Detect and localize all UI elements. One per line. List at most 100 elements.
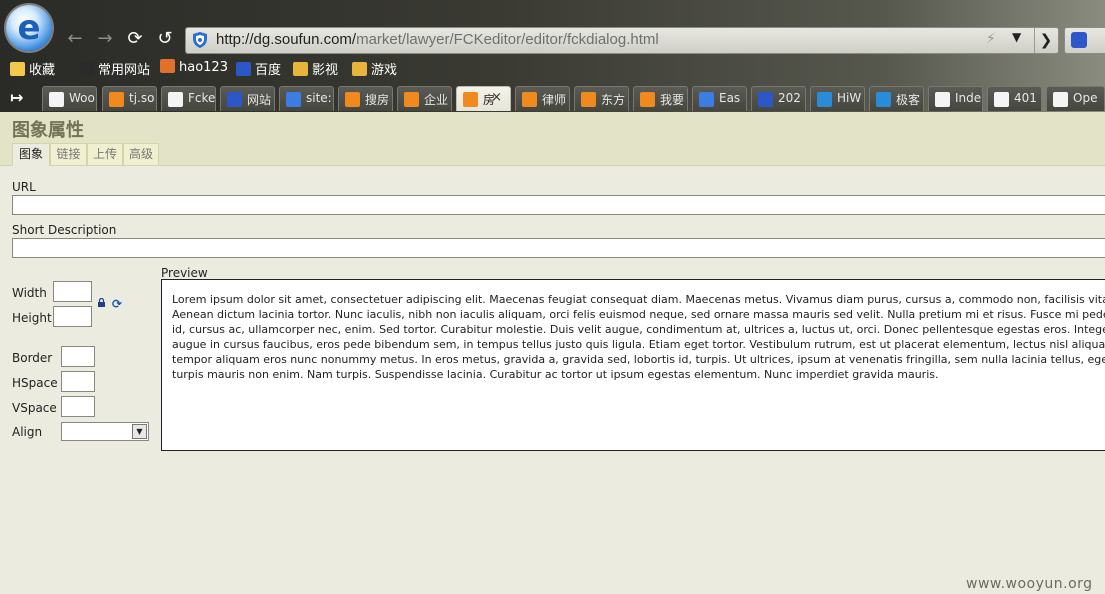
align-select[interactable]: ▼ bbox=[61, 422, 149, 441]
browser-tab[interactable]: 网站 bbox=[220, 86, 275, 111]
favorite-2[interactable]: hao123 bbox=[160, 59, 228, 75]
watermark: www.wooyun.org bbox=[966, 576, 1093, 592]
grid-icon bbox=[79, 62, 94, 76]
browser-tab[interactable]: 律师 bbox=[515, 86, 570, 111]
favorite-0[interactable]: 收藏 bbox=[10, 59, 55, 78]
lock-ratio-icon[interactable] bbox=[97, 298, 106, 307]
address-bar[interactable]: http://dg.soufun.com/market/lawyer/FCKed… bbox=[185, 27, 1059, 54]
favorite-3[interactable]: 百度 bbox=[236, 59, 281, 78]
url-input[interactable] bbox=[12, 195, 1105, 215]
browser-tab[interactable]: site: bbox=[279, 86, 334, 111]
browser-tab[interactable]: HiW bbox=[810, 86, 865, 111]
browser-tab[interactable]: Eas bbox=[692, 86, 747, 111]
tab-label: 极客 bbox=[896, 93, 921, 107]
security-shield-icon bbox=[193, 32, 207, 48]
browser-tab[interactable]: tj.so bbox=[102, 86, 157, 111]
tab-list-icon[interactable]: ↦ bbox=[10, 88, 23, 107]
browser-tab[interactable]: Ope bbox=[1046, 86, 1105, 111]
speed-mode-icon[interactable]: ⚡ bbox=[986, 31, 996, 47]
google-icon bbox=[286, 92, 301, 107]
vspace-label: VSpace bbox=[12, 401, 57, 415]
favorite-label: 游戏 bbox=[371, 63, 398, 78]
tab-label: 搜房 bbox=[365, 93, 390, 107]
favorite-1[interactable]: 常用网站 bbox=[79, 59, 150, 78]
height-input[interactable] bbox=[53, 306, 92, 327]
baidu-paw-icon bbox=[227, 92, 242, 107]
image-properties-dialog: 图象属性 图象 链接 上传 高级 URL Short Description W… bbox=[0, 112, 1105, 594]
go-arrow-icon[interactable]: ❯ bbox=[1034, 28, 1057, 53]
hspace-input[interactable] bbox=[61, 371, 95, 392]
height-label: Height bbox=[12, 311, 52, 325]
baidu-paw-icon bbox=[758, 92, 773, 107]
hi-icon bbox=[876, 92, 891, 107]
url-path: market/lawyer/FCKeditor/editor/fckdialog… bbox=[356, 31, 659, 48]
baidu-paw-icon bbox=[1071, 32, 1087, 48]
tab-label: HiW bbox=[837, 91, 862, 105]
browser-tab[interactable]: 我要 bbox=[633, 86, 688, 111]
browser-tab[interactable]: 企业 bbox=[397, 86, 452, 111]
fang-icon bbox=[109, 92, 124, 107]
tab-label: 东方 bbox=[601, 93, 626, 107]
browser-logo-letter: e bbox=[17, 8, 41, 48]
browser-tab[interactable]: Woo bbox=[42, 86, 97, 111]
page-icon bbox=[994, 92, 1009, 107]
browser-tab[interactable]: 401 bbox=[987, 86, 1042, 111]
forward-button[interactable]: → bbox=[94, 28, 116, 50]
width-input[interactable] bbox=[53, 281, 92, 302]
refresh-button[interactable]: ⟳ bbox=[124, 28, 146, 50]
tab-link[interactable]: 链接 bbox=[50, 143, 87, 165]
browser-tab[interactable]: 202 bbox=[751, 86, 806, 111]
undo-close-button[interactable]: ↺ bbox=[154, 28, 176, 50]
browser-tab[interactable]: Inde bbox=[928, 86, 983, 111]
url-text[interactable]: http://dg.soufun.com/market/lawyer/FCKed… bbox=[216, 31, 659, 48]
browser-tab[interactable]: 东方 bbox=[574, 86, 629, 111]
dialog-header: 图象属性 bbox=[0, 112, 1105, 142]
border-label: Border bbox=[12, 351, 53, 365]
favorites-bar: 收藏 常用网站 hao123 百度 影视 游戏 bbox=[0, 58, 1105, 80]
preview-box: Lorem ipsum dolor sit amet, consectetuer… bbox=[161, 279, 1105, 451]
tab-label: Woo bbox=[69, 91, 95, 105]
tab-label: 网站 bbox=[247, 93, 272, 107]
tab-label: 我要 bbox=[660, 93, 685, 107]
chevron-down-icon[interactable]: ▼ bbox=[1012, 30, 1021, 44]
page-icon bbox=[935, 92, 950, 107]
tab-label: site: bbox=[306, 91, 332, 105]
tab-advanced[interactable]: 高级 bbox=[123, 143, 159, 165]
back-button[interactable]: ← bbox=[64, 28, 86, 50]
browser-tab[interactable]: 极客 bbox=[869, 86, 924, 111]
url-host: http://dg.soufun.com/ bbox=[216, 31, 357, 48]
preview-label: Preview bbox=[161, 266, 208, 280]
browser-chrome: e ← → ⟳ ↺ http://dg.soufun.com/market/la… bbox=[0, 0, 1105, 112]
dialog-title: 图象属性 bbox=[12, 120, 84, 141]
browser-tab[interactable]: 房 × bbox=[456, 86, 511, 111]
favorite-5[interactable]: 游戏 bbox=[352, 59, 397, 78]
tab-label: 律师 bbox=[542, 93, 567, 107]
short-description-input[interactable] bbox=[12, 238, 1105, 258]
tab-label: 202 bbox=[778, 91, 801, 105]
favorite-4[interactable]: 影视 bbox=[293, 59, 338, 78]
page-icon bbox=[168, 92, 183, 107]
reset-size-icon[interactable]: ⟳ bbox=[112, 297, 122, 311]
chevron-down-icon[interactable]: ▼ bbox=[132, 424, 147, 439]
vspace-input[interactable] bbox=[61, 396, 95, 417]
search-engine-selector[interactable] bbox=[1064, 27, 1105, 54]
star-icon bbox=[10, 62, 25, 76]
browser-tab[interactable]: Fcke bbox=[161, 86, 216, 111]
fang-icon bbox=[581, 92, 596, 107]
folder-icon bbox=[352, 62, 367, 76]
page-icon bbox=[1053, 92, 1068, 107]
fang-icon bbox=[404, 92, 419, 107]
browser-logo-icon[interactable]: e bbox=[6, 5, 52, 51]
fang-icon bbox=[522, 92, 537, 107]
tab-bar: ↦ Woo tj.so Fcke 网站 site: 搜房 企业房 × 律师 东方 我要 Eas 202 H… bbox=[0, 85, 1105, 112]
close-tab-icon[interactable]: × bbox=[491, 90, 502, 105]
tab-upload[interactable]: 上传 bbox=[87, 143, 123, 165]
tab-image[interactable]: 图象 bbox=[12, 143, 50, 166]
hspace-label: HSpace bbox=[12, 376, 58, 390]
fang-icon bbox=[640, 92, 655, 107]
browser-tab[interactable]: 搜房 bbox=[338, 86, 393, 111]
width-label: Width bbox=[12, 286, 47, 300]
favorite-label: 百度 bbox=[255, 63, 282, 78]
border-input[interactable] bbox=[61, 346, 95, 367]
favorite-label: 收藏 bbox=[29, 63, 56, 78]
